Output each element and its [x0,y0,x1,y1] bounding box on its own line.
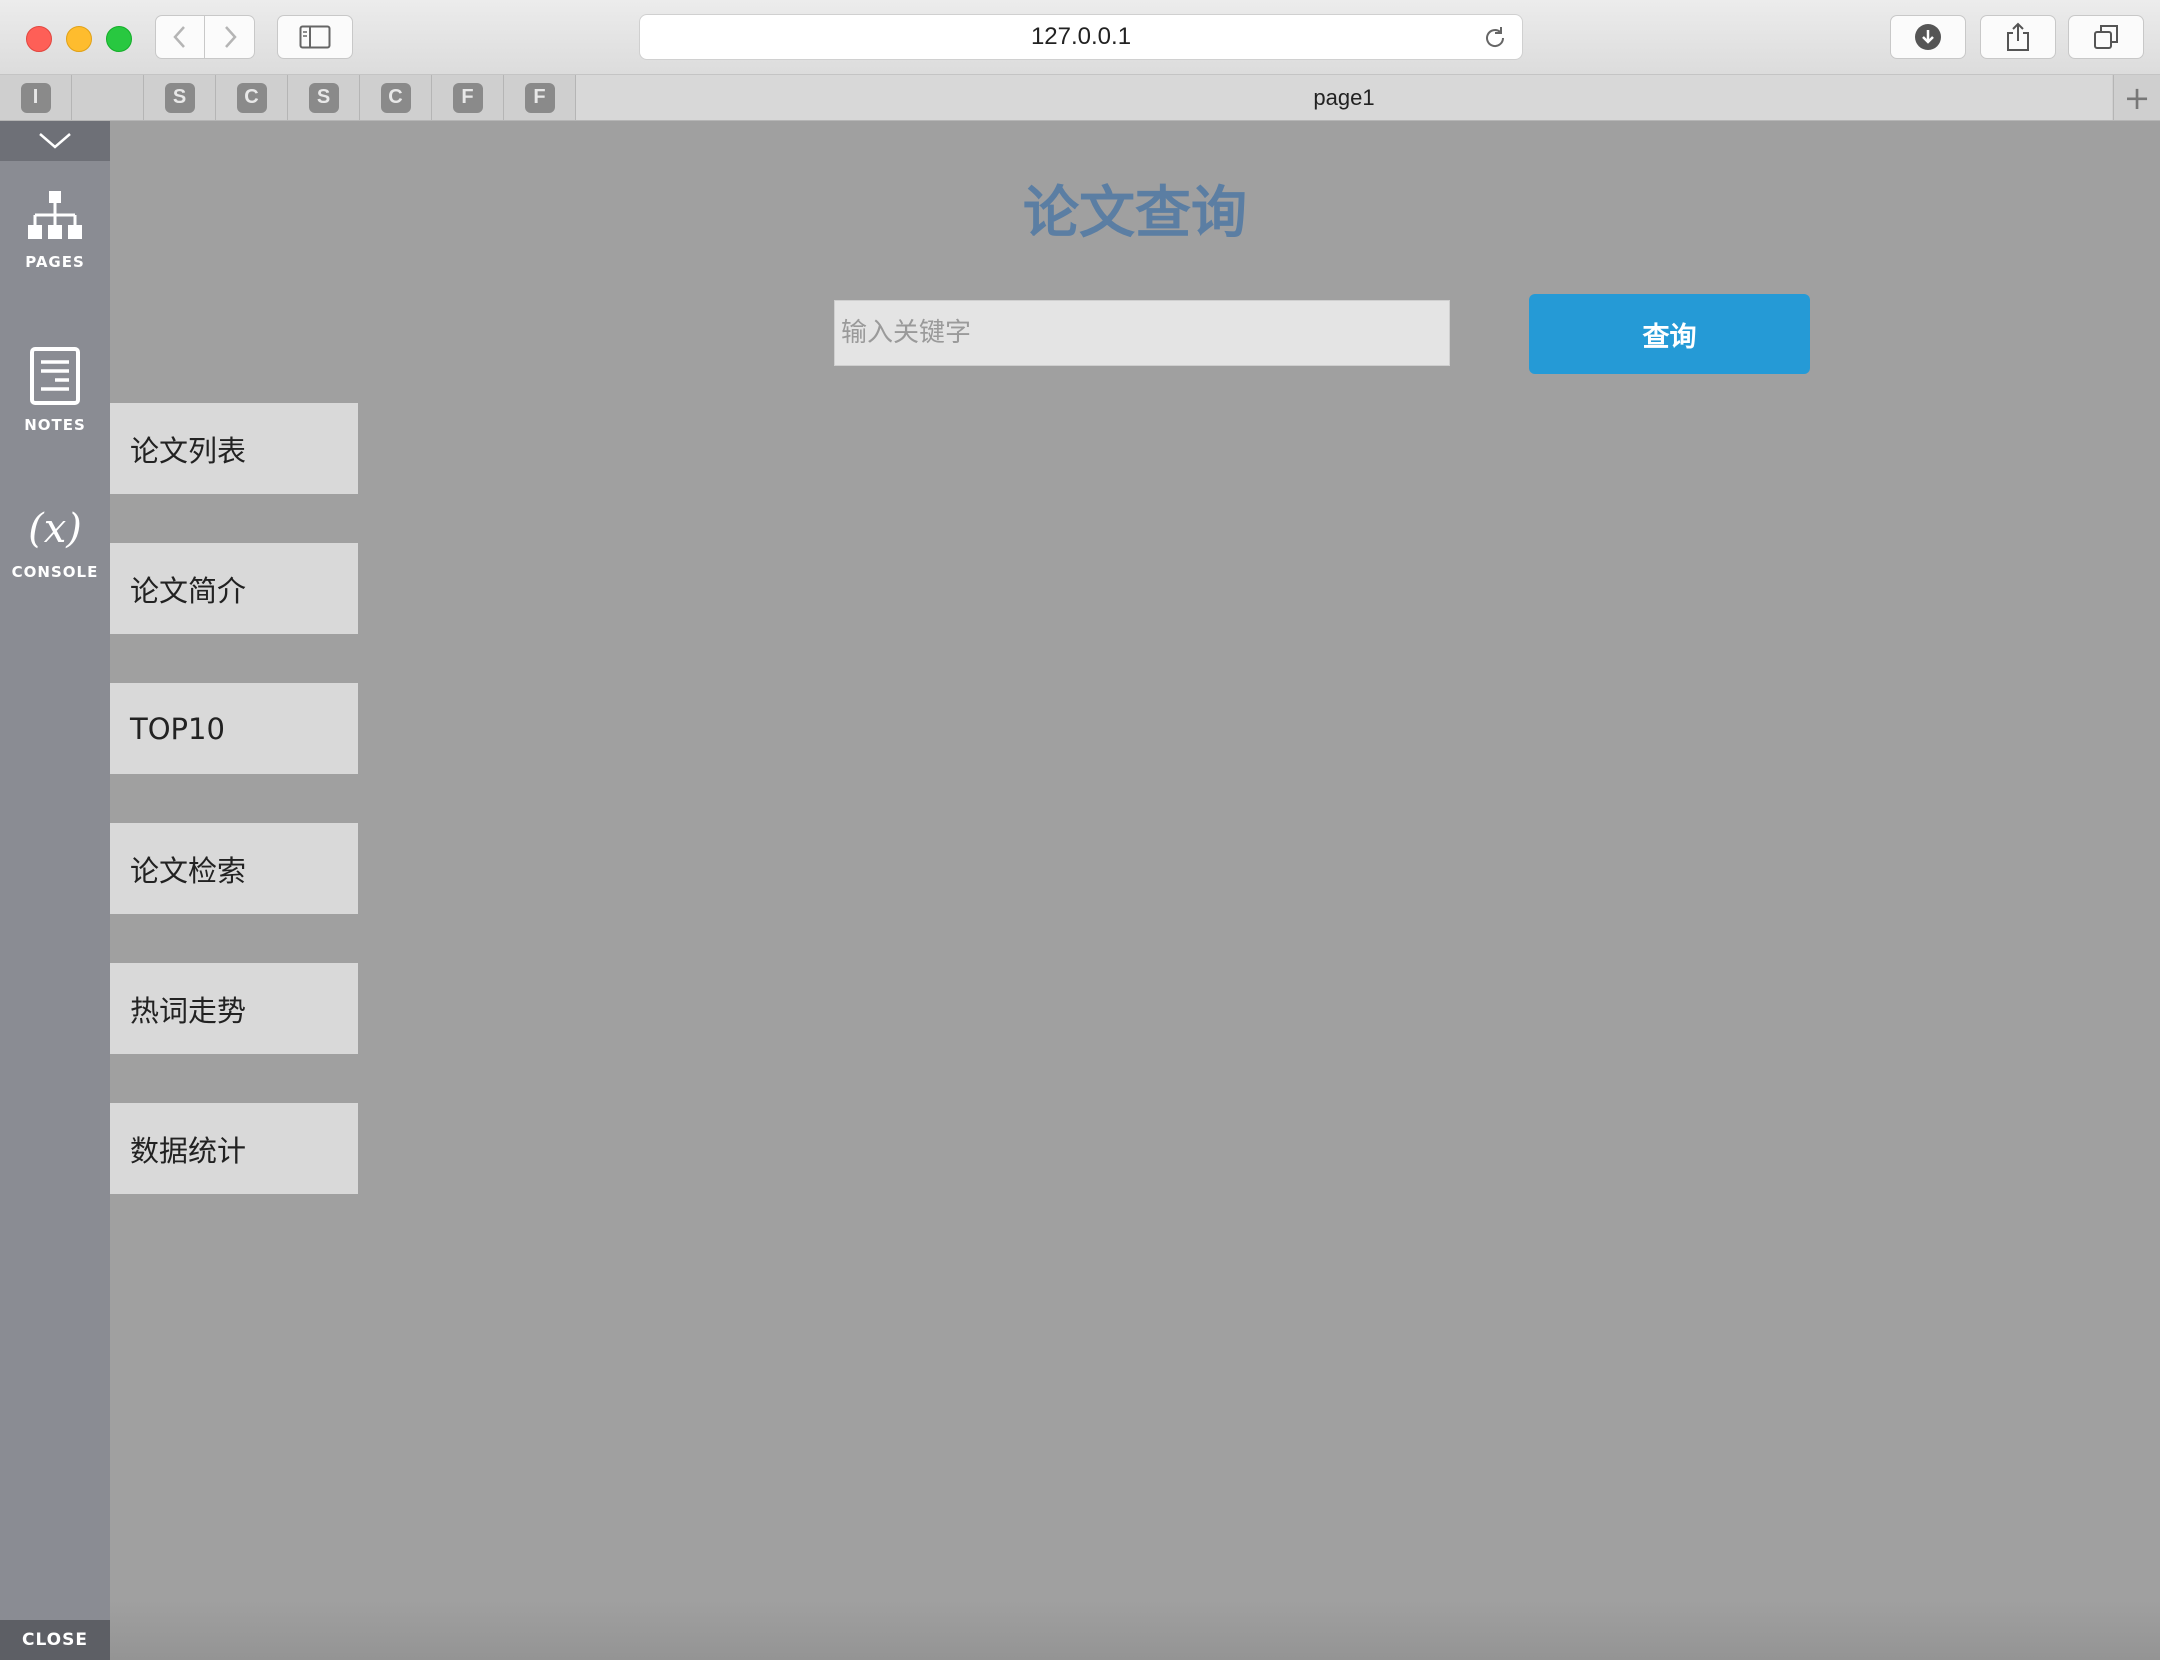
pinned-tab-badge: C [380,82,411,113]
chevron-left-icon [173,26,185,48]
pages-tool[interactable]: PAGES [0,191,110,271]
download-icon [1915,24,1941,50]
pinned-tab[interactable]: S [144,75,216,120]
menu-item-data-statistics[interactable]: 数据统计 [110,1103,358,1194]
share-icon [2007,22,2029,51]
menu-item-paper-search[interactable]: 论文检索 [110,823,358,914]
pinned-tab-badge: I [20,82,51,113]
pinned-tab[interactable]: F [504,75,576,120]
sidebar-toggle-button[interactable] [277,15,353,59]
pinned-tab[interactable]: C [216,75,288,120]
address-bar[interactable]: 127.0.0.1 [639,14,1523,60]
tab-overview-button[interactable] [2068,15,2144,59]
pinned-tab[interactable] [72,75,144,120]
pinned-tab[interactable]: S [288,75,360,120]
close-window-button[interactable] [26,26,52,52]
console-tool[interactable]: (x) CONSOLE [0,501,110,581]
collapse-panel-button[interactable] [0,121,110,161]
search-input[interactable] [834,300,1450,366]
notes-icon [30,347,80,405]
pages-label: PAGES [25,253,85,271]
zoom-window-button[interactable] [106,26,132,52]
tool-panel: PAGES NOTES (x) CONSOLE CLOSE [0,121,110,1660]
menu-item-paper-list[interactable]: 论文列表 [110,403,358,494]
tab-bar: I S C S C F F page1 + [0,75,2160,121]
url-text: 127.0.0.1 [1030,23,1132,50]
bottom-shadow [110,1600,2160,1660]
back-button[interactable] [155,15,205,59]
variable-icon: (x) [28,506,82,552]
pinned-tab[interactable]: I [0,75,72,120]
tabs-icon [2094,25,2118,49]
close-panel-button[interactable]: CLOSE [0,1620,110,1660]
active-tab[interactable]: page1 [576,75,2112,120]
reload-icon[interactable] [1482,25,1508,51]
pinned-tab[interactable]: F [432,75,504,120]
chevron-right-icon [224,26,237,48]
pinned-tab-badge: F [452,82,483,113]
forward-button[interactable] [205,15,255,59]
pinned-tab-badge: F [524,82,555,113]
page-title: 论文查询 [1023,181,1247,246]
new-tab-button[interactable]: + [2113,75,2160,120]
share-button[interactable] [1980,15,2056,59]
active-tab-title: page1 [1313,84,1375,110]
notes-label: NOTES [24,416,86,434]
sitemap-icon [28,191,82,239]
pinned-tab-badge: C [236,82,267,113]
chevron-down-icon [39,133,71,149]
minimize-window-button[interactable] [66,26,92,52]
pinned-tab-badge: S [308,82,339,113]
pinned-tab-badge: S [164,82,195,113]
sidebar-icon [299,25,331,49]
menu-item-top10[interactable]: TOP10 [110,683,358,774]
menu-item-hot-word-trend[interactable]: 热词走势 [110,963,358,1054]
console-label: CONSOLE [11,563,99,581]
downloads-button[interactable] [1890,15,1966,59]
menu-item-paper-intro[interactable]: 论文简介 [110,543,358,634]
notes-tool[interactable]: NOTES [0,346,110,434]
search-button[interactable]: 查询 [1529,294,1810,374]
browser-toolbar: 127.0.0.1 [0,0,2160,75]
pinned-tab[interactable]: C [360,75,432,120]
history-nav [155,15,259,59]
